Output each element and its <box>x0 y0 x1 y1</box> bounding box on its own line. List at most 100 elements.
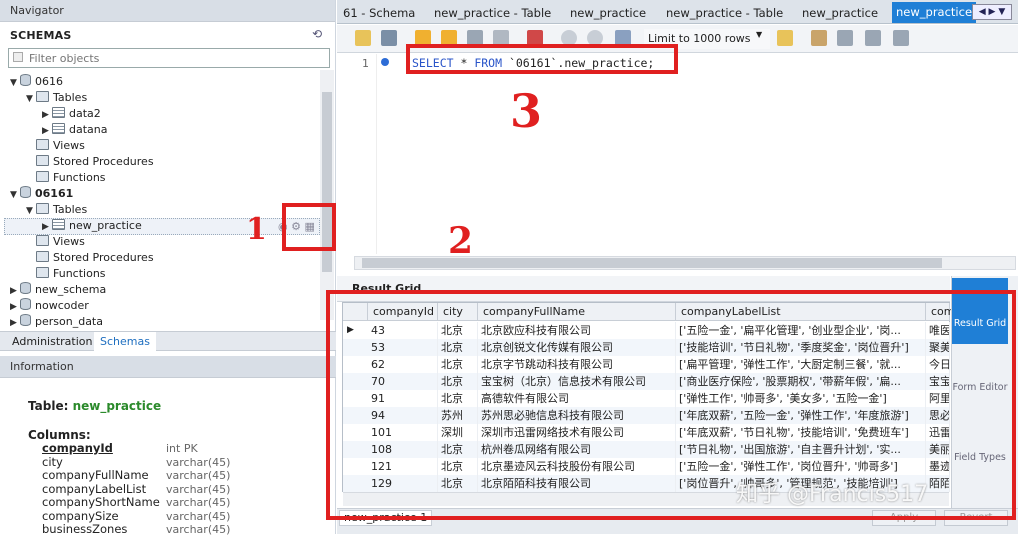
tree-item-functions[interactable]: Functions <box>26 170 106 186</box>
tree-item-new-schema[interactable]: ▶ new_schema <box>10 282 106 298</box>
table-icon <box>52 123 65 134</box>
info-table-title: Table: new_practice <box>28 399 161 413</box>
tree-item-label: Views <box>53 139 85 152</box>
tree-item-person-data[interactable]: ▶ person_data <box>10 314 103 330</box>
tree-item-tables[interactable]: ▼ Tables <box>26 90 87 106</box>
current-line-marker-icon <box>381 58 389 66</box>
tree-item-label: 0616 <box>35 75 63 88</box>
expand-down-icon[interactable]: ▼ <box>26 91 36 107</box>
tree-item-label: Stored Procedures <box>53 155 154 168</box>
info-column-name: companyFullName <box>42 468 149 482</box>
table-icon <box>52 219 65 230</box>
folder-icon <box>36 139 49 150</box>
tree-item-label: datana <box>69 123 108 136</box>
save-icon[interactable] <box>381 30 397 46</box>
tree-item-new-practice[interactable]: ▶ new_practice <box>42 218 142 234</box>
tree-item-0616[interactable]: ▼ 0616 <box>10 74 63 90</box>
editor-tab[interactable]: new_practice <box>566 4 650 22</box>
annotation-number-1: 1 <box>246 212 267 247</box>
tree-item-label: nowcoder <box>35 299 89 312</box>
info-column-name: companyShortName <box>42 495 160 509</box>
info-column-name: companyLabelList <box>42 481 147 496</box>
table-icon <box>52 107 65 118</box>
expand-right-icon[interactable]: ▶ <box>10 315 20 331</box>
info-column-name: companySize <box>42 508 119 523</box>
info-column-type: varchar(45) <box>166 523 231 536</box>
info-column-type: varchar(45) <box>166 469 231 482</box>
navigator-tabs: Administration Schemas <box>0 331 336 351</box>
navigator-header: Navigator <box>0 0 335 22</box>
info-column-type: varchar(45) <box>166 509 231 523</box>
beautify-icon[interactable] <box>811 30 827 46</box>
tree-item-stored-procedures[interactable]: Stored Procedures <box>26 154 154 170</box>
tab-schemas[interactable]: Schemas <box>94 332 156 351</box>
wrap-lines-icon[interactable] <box>893 30 909 46</box>
tree-item-datana[interactable]: ▶ datana <box>42 122 108 138</box>
info-column-type: int PK <box>166 442 198 455</box>
tree-item-data2[interactable]: ▶ data2 <box>42 106 101 122</box>
tree-item-label: Functions <box>53 267 106 280</box>
sql-editor[interactable] <box>337 54 1018 254</box>
tree-item-tables[interactable]: ▼ Tables <box>26 202 87 218</box>
tree-item-label: new_practice <box>69 219 142 232</box>
expand-right-icon[interactable]: ▶ <box>42 219 52 235</box>
expand-right-icon[interactable]: ▶ <box>42 123 52 139</box>
tree-item-label: Tables <box>53 203 88 216</box>
tree-item-label: new_schema <box>35 283 107 296</box>
info-column-type: varchar(45) <box>166 496 231 509</box>
tree-item-label: Tables <box>53 91 88 104</box>
database-icon <box>20 298 31 310</box>
info-columns-label: Columns: <box>28 428 91 442</box>
editor-tab[interactable]: new_practice - Table <box>430 4 555 22</box>
tree-item-stored-procedures[interactable]: Stored Procedures <box>26 250 154 266</box>
tree-item-label: person_data <box>35 315 103 328</box>
database-icon <box>20 186 31 198</box>
tree-item-06161[interactable]: ▼ 06161 <box>10 186 73 202</box>
expand-down-icon[interactable]: ▼ <box>26 203 36 219</box>
expand-down-icon[interactable]: ▼ <box>10 75 20 91</box>
chevron-down-icon[interactable]: ▼ <box>756 30 762 39</box>
expand-right-icon[interactable]: ▶ <box>10 299 20 315</box>
tab-scroll-arrows-icon[interactable]: ◀ ▶ ▼ <box>972 4 1012 20</box>
folder-icon <box>36 171 49 182</box>
info-table-name: new_practice <box>72 399 162 413</box>
editor-tab[interactable]: new_practice <box>892 2 977 23</box>
folder-icon <box>36 235 49 246</box>
filter-objects-input[interactable] <box>8 48 330 68</box>
line-gutter <box>337 54 377 254</box>
info-column-type: varchar(45) <box>166 482 231 496</box>
tree-item-label: Stored Procedures <box>53 251 154 264</box>
tab-administration[interactable]: Administration <box>6 332 99 351</box>
filter-icon <box>13 52 23 62</box>
tree-item-nowcoder[interactable]: ▶ nowcoder <box>10 298 89 314</box>
invisible-chars-icon[interactable] <box>865 30 881 46</box>
database-icon <box>20 282 31 294</box>
find-icon[interactable] <box>837 30 853 46</box>
tree-item-label: data2 <box>69 107 101 120</box>
editor-tab[interactable]: new_practice - Table <box>662 4 787 22</box>
tree-item-views[interactable]: Views <box>26 138 85 154</box>
line-number: 1 <box>362 57 369 70</box>
folder-icon <box>36 267 49 278</box>
folder-icon <box>36 155 49 166</box>
information-header: Information <box>0 356 336 378</box>
editor-tab[interactable]: 61 - Schema <box>339 4 419 22</box>
annotation-box-1 <box>282 203 336 251</box>
info-column-name: city <box>42 454 63 469</box>
annotation-number-3: 3 <box>510 84 543 138</box>
open-folder-icon[interactable] <box>355 30 371 46</box>
tree-item-label: Functions <box>53 171 106 184</box>
expand-right-icon[interactable]: ▶ <box>10 283 20 299</box>
expand-down-icon[interactable]: ▼ <box>10 187 20 203</box>
refresh-icon[interactable]: ⟲ <box>312 27 326 41</box>
database-icon <box>20 74 31 86</box>
editor-tab[interactable]: new_practice <box>798 4 882 22</box>
bookmark-icon[interactable] <box>777 30 793 46</box>
folder-icon <box>36 203 49 214</box>
tree-item-functions[interactable]: Functions <box>26 266 106 282</box>
folder-icon <box>36 251 49 262</box>
annotation-box-3 <box>406 44 678 74</box>
tree-item-views[interactable]: Views <box>26 234 85 250</box>
database-icon <box>20 314 31 326</box>
expand-right-icon[interactable]: ▶ <box>42 107 52 123</box>
